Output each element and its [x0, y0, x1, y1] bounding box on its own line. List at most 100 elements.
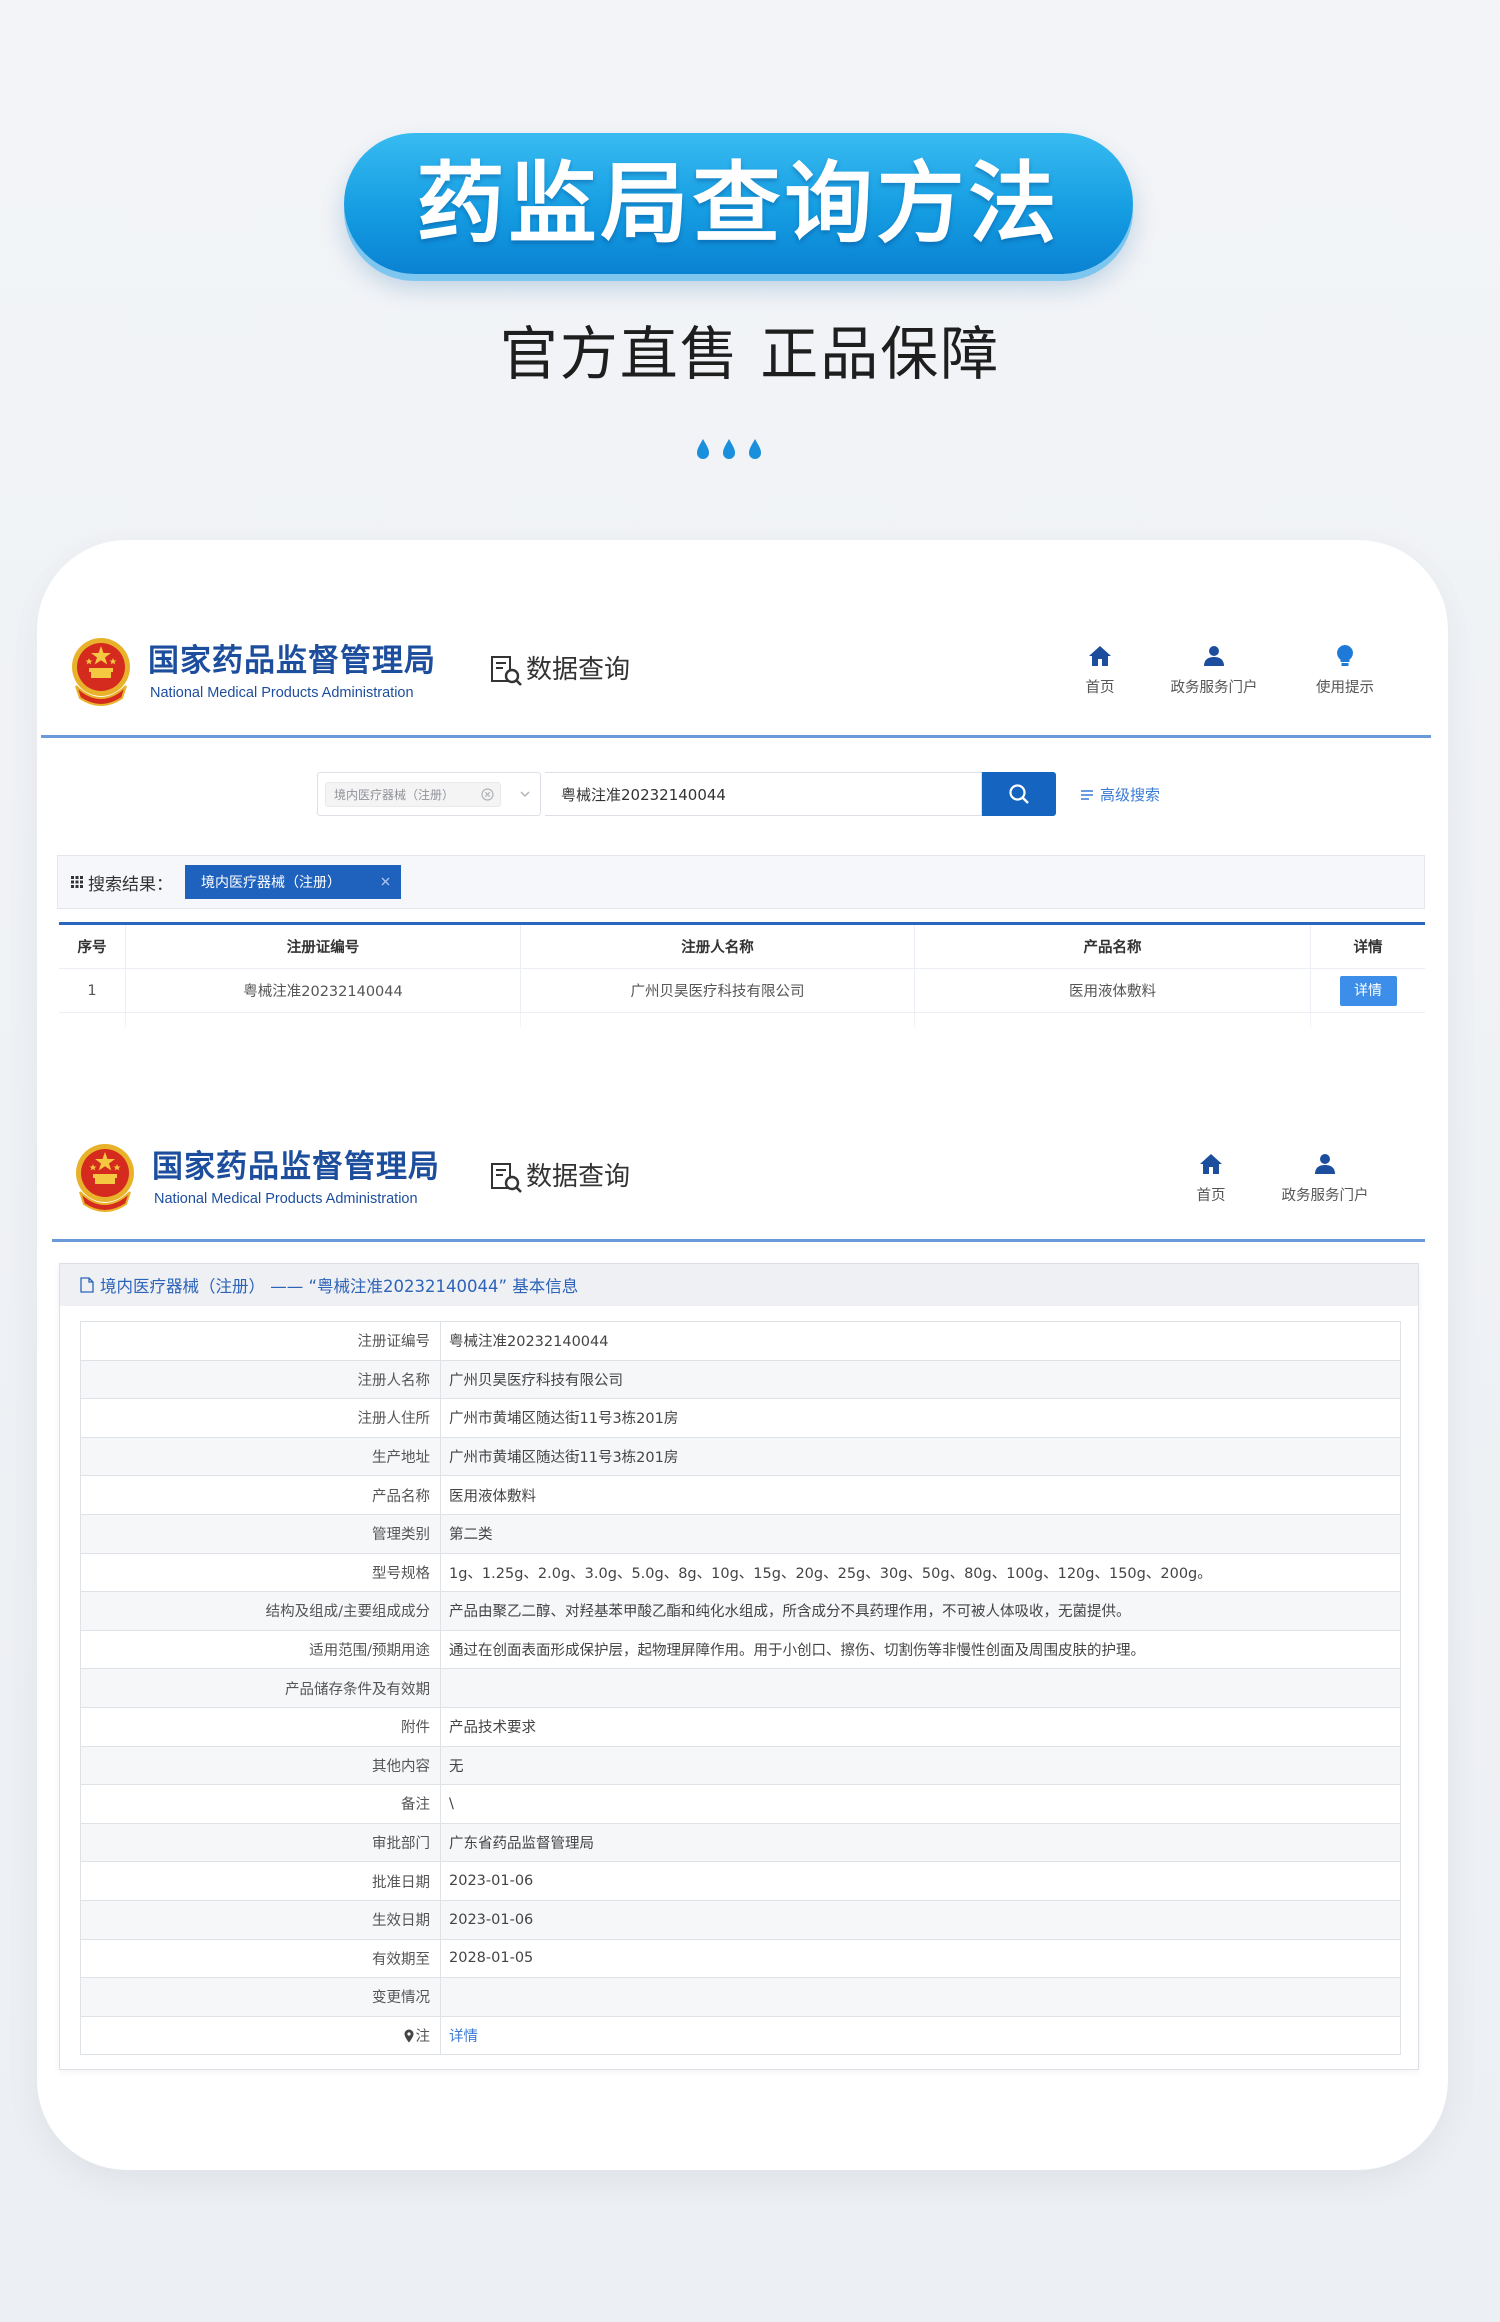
field-value: 粤械注准20232140044: [440, 1321, 1401, 1361]
field-value: 2028-01-05: [440, 1938, 1401, 1979]
banner-title: 药监局查询方法: [416, 152, 1061, 255]
nav-gov-portal[interactable]: 政务服务门户: [1265, 1152, 1385, 1205]
document-icon: [80, 1277, 94, 1293]
detail-row: 结构及组成/主要组成成分 产品由聚乙二醇、对羟基苯甲酸乙酯和纯化水组成，所含成分不…: [80, 1591, 1401, 1631]
advanced-search-link[interactable]: 高级搜索: [1080, 784, 1160, 805]
user-icon: [1204, 646, 1224, 666]
field-label: 变更情况: [80, 1977, 441, 2017]
field-label-text: 注: [415, 2028, 431, 2045]
field-label: 批准日期: [80, 1861, 441, 1901]
user-icon: [1315, 1154, 1335, 1174]
site-name-cn[interactable]: 国家药品监督管理局: [148, 642, 436, 680]
table-header-row: 序号 注册证编号 注册人名称 产品名称 详情: [59, 925, 1425, 969]
category-select[interactable]: 境内医疗器械（注册）: [317, 772, 541, 816]
field-value: 2023-01-06: [440, 1899, 1401, 1940]
column-header-detail: 详情: [1353, 940, 1383, 956]
detail-row: 有效期至 2028-01-05: [80, 1938, 1401, 1979]
drop-icon: [723, 439, 735, 459]
field-value: 详情: [440, 2015, 1401, 2056]
nav-usage-tips-label: 使用提示: [1316, 680, 1374, 696]
cell-empty: [915, 1013, 1311, 1027]
field-value: 第二类: [440, 1513, 1401, 1554]
cell-cert-no: 粤械注准20232140044: [126, 969, 521, 1012]
field-label: 注册人住所: [80, 1398, 441, 1438]
site-name-cn[interactable]: 国家药品监督管理局: [152, 1148, 440, 1186]
field-value: [440, 1668, 1401, 1708]
detail-row: 变更情况: [80, 1977, 1401, 2017]
column-header-product: 产品名称: [915, 925, 1311, 968]
cell-empty: [1311, 1013, 1425, 1027]
advanced-search-label: 高级搜索: [1100, 786, 1161, 804]
field-value: \: [440, 1784, 1401, 1824]
field-label: 其他内容: [80, 1745, 441, 1786]
home-icon: [1089, 646, 1111, 666]
search-results-bar: 搜索结果： 境内医疗器械（注册）: [57, 855, 1425, 909]
field-value: 无: [440, 1745, 1401, 1786]
national-emblem-icon: [76, 1144, 134, 1212]
field-value: 广州市黄埔区随达街11号3栋201房: [440, 1436, 1401, 1477]
site-header-detail: 国家药品监督管理局 National Medical Products Admi…: [52, 1124, 1425, 1242]
nav-home[interactable]: 首页: [1151, 1152, 1271, 1205]
column-header-registrant: 注册人名称: [521, 925, 915, 968]
drop-icon: [697, 439, 709, 459]
header-divider: [41, 735, 1431, 738]
field-value: [440, 1977, 1401, 2017]
field-label: 注册人名称: [80, 1359, 441, 1400]
site-header-search: 国家药品监督管理局 National Medical Products Admi…: [41, 620, 1431, 738]
detail-row: 产品名称 医用液体敷料: [80, 1475, 1401, 1515]
field-value: 1g、1.25g、2.0g、3.0g、5.0g、8g、10g、15g、20g、2…: [440, 1552, 1401, 1593]
field-label: 附件: [80, 1706, 441, 1747]
site-name-en: National Medical Products Administration: [150, 685, 414, 701]
field-value: 广州贝昊医疗科技有限公司: [440, 1359, 1401, 1400]
banner-subtitle: 官方直售 正品保障: [499, 320, 1001, 388]
data-query-title: 数据查询: [526, 1162, 631, 1192]
detail-table: 注册证编号 粤械注准20232140044 注册人名称 广州贝昊医疗科技有限公司 注…: [80, 1321, 1401, 2056]
results-table: 序号 注册证编号 注册人名称 产品名称 详情 1 粤械注准20232140044…: [59, 922, 1425, 1027]
detail-link[interactable]: 详情: [449, 2029, 478, 2045]
detail-row: 注册证编号 粤械注准20232140044: [80, 1321, 1401, 1361]
search-button[interactable]: [982, 772, 1056, 816]
cell-empty: [59, 1013, 126, 1027]
cell-index: 1: [59, 969, 126, 1012]
nav-usage-tips[interactable]: 使用提示: [1285, 644, 1405, 697]
field-value: 2023-01-06: [440, 1861, 1401, 1901]
detail-row: 型号规格 1g、1.25g、2.0g、3.0g、5.0g、8g、10g、15g、2…: [80, 1552, 1401, 1593]
data-query-icon: [491, 656, 522, 686]
detail-row: 管理类别 第二类: [80, 1513, 1401, 1554]
clear-icon[interactable]: [481, 788, 494, 801]
field-label: 型号规格: [80, 1552, 441, 1593]
nav-gov-portal[interactable]: 政务服务门户: [1154, 644, 1274, 697]
pin-icon: [404, 2029, 413, 2043]
cell-registrant: 广州贝昊医疗科技有限公司: [521, 969, 915, 1012]
search-input[interactable]: [545, 772, 982, 816]
results-filter-tag-label: 境内医疗器械（注册）: [201, 875, 341, 891]
detail-row: 产品储存条件及有效期: [80, 1668, 1401, 1708]
national-emblem-icon: [72, 638, 130, 706]
close-icon[interactable]: [380, 876, 391, 887]
field-label: 产品储存条件及有效期: [80, 1668, 441, 1708]
nav-gov-portal-label: 政务服务门户: [1170, 680, 1258, 696]
filter-lines-icon: [1081, 789, 1093, 800]
table-row[interactable]: 1 粤械注准20232140044 广州贝昊医疗科技有限公司 医用液体敷料 详情: [59, 969, 1425, 1013]
detail-button[interactable]: 详情: [1339, 975, 1397, 1006]
field-value: 医用液体敷料: [440, 1475, 1401, 1515]
results-label: 搜索结果：: [70, 856, 173, 908]
detail-row: 附件 产品技术要求: [80, 1706, 1401, 1747]
bulb-icon: [1337, 645, 1353, 666]
column-header-cert-no: 注册证编号: [126, 925, 521, 968]
results-filter-tag[interactable]: 境内医疗器械（注册）: [185, 865, 401, 899]
cell-detail: 详情: [1311, 969, 1425, 1012]
cell-product: 医用液体敷料: [915, 969, 1311, 1012]
results-label-text: 搜索结果：: [88, 874, 173, 895]
table-row-partial: [59, 1013, 1425, 1027]
drop-icon: [749, 439, 761, 459]
data-query-title: 数据查询: [526, 655, 631, 685]
search-icon: [1009, 784, 1029, 804]
drops-decoration: [697, 439, 761, 459]
nav-home[interactable]: 首页: [1040, 644, 1160, 697]
detail-row: 注册人住所 广州市黄埔区随达街11号3栋201房: [80, 1398, 1401, 1438]
detail-panel: 境内医疗器械（注册） —— “粤械注准20232140044” 基本信息 注册证…: [59, 1263, 1419, 2070]
field-label: 生效日期: [80, 1899, 441, 1940]
detail-row: 适用范围/预期用途 通过在创面表面形成保护层，起物理屏障作用。用于小创口、擦伤、切…: [80, 1629, 1401, 1670]
nav-gov-portal-label: 政务服务门户: [1281, 1188, 1369, 1204]
